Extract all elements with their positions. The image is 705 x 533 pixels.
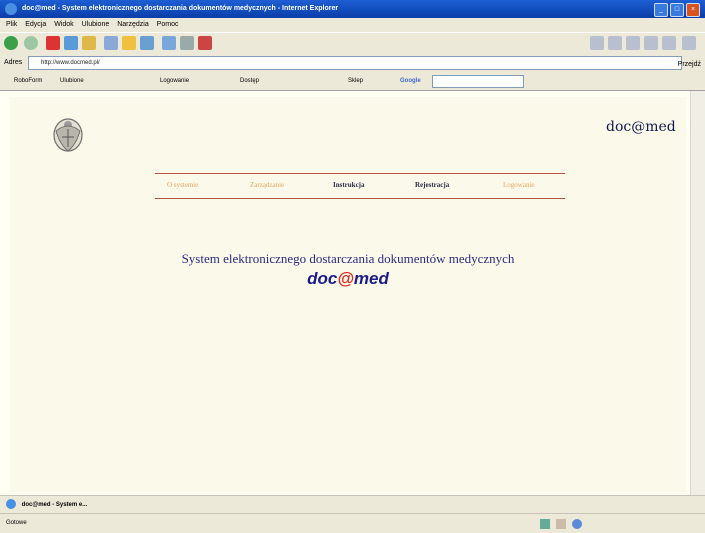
menu-item-tools[interactable]: Narzędzia — [117, 21, 149, 28]
menu-item-view[interactable]: Widok — [54, 21, 73, 28]
tool-icon[interactable] — [626, 36, 640, 50]
page-body: doc@med O systemie Zarządzanie Instrukcj… — [10, 97, 686, 492]
tool-icon[interactable] — [590, 36, 604, 50]
menu-item-favorites[interactable]: Ulubione — [82, 21, 110, 28]
favorites-icon[interactable] — [122, 36, 136, 50]
address-input[interactable]: http://www.docmed.pl/ — [28, 56, 682, 70]
refresh-icon[interactable] — [64, 36, 78, 50]
status-text: Gotowe — [6, 520, 27, 526]
brand-name: doc@med — [10, 269, 686, 289]
ie-task-icon — [6, 499, 16, 510]
link-access[interactable]: Dostęp — [240, 72, 259, 90]
link-shop[interactable]: Sklep — [348, 72, 363, 90]
brand-pre: doc — [307, 269, 338, 288]
menu-item-edit[interactable]: Edycja — [25, 21, 46, 28]
logo: doc@med — [606, 119, 676, 135]
nav-zarzadzanie[interactable]: Zarządzanie — [250, 181, 284, 189]
minimize-button[interactable]: _ — [654, 3, 668, 17]
home-icon[interactable] — [82, 36, 96, 50]
nav-logowanie[interactable]: Logowanie — [503, 181, 535, 189]
tool-icon[interactable] — [608, 36, 622, 50]
stop-icon[interactable] — [46, 36, 60, 50]
menu-item-file[interactable]: Plik — [6, 21, 17, 28]
nav-o-systemie[interactable]: O systemie — [167, 181, 198, 189]
edit-icon[interactable] — [198, 36, 212, 50]
vertical-scrollbar[interactable] — [690, 91, 705, 495]
google-search-input[interactable] — [432, 75, 524, 88]
back-icon[interactable] — [4, 36, 18, 50]
tool-icon[interactable] — [682, 36, 696, 50]
taskbar-item[interactable]: doc@med - System e... — [22, 502, 88, 508]
main-nav: O systemie Zarządzanie Instrukcja Rejest… — [155, 173, 565, 199]
history-icon[interactable] — [140, 36, 154, 50]
zone-icon — [540, 519, 550, 529]
mail-icon[interactable] — [162, 36, 176, 50]
links-bar: RoboForm Ulubione Logowanie Dostęp Sklep… — [0, 72, 705, 91]
title-bar: doc@med - System elektronicznego dostarc… — [0, 0, 705, 18]
url-text: http://www.docmed.pl/ — [41, 60, 100, 66]
nav-rejestracja[interactable]: Rejestracja — [415, 181, 449, 189]
maximize-button[interactable]: □ — [670, 3, 684, 17]
ie-icon — [5, 3, 17, 15]
menu-item-help[interactable]: Pomoc — [157, 21, 179, 28]
address-bar: Adres http://www.docmed.pl/ Przejdź — [0, 54, 705, 72]
close-button[interactable]: × — [686, 3, 700, 17]
print-icon[interactable] — [180, 36, 194, 50]
logo-text: doc@med — [606, 119, 676, 135]
internet-icon — [572, 519, 582, 529]
link-roboform[interactable]: RoboForm — [14, 72, 42, 90]
crest-icon — [53, 118, 83, 152]
status-bar: Gotowe — [0, 513, 705, 533]
page-viewport: doc@med O systemie Zarządzanie Instrukcj… — [0, 91, 691, 495]
link-google[interactable]: Google — [400, 72, 421, 90]
brand-at: @ — [337, 269, 354, 288]
search-icon[interactable] — [104, 36, 118, 50]
system-description: System elektronicznego dostarczania doku… — [181, 251, 515, 266]
taskbar: doc@med - System e... — [0, 495, 705, 514]
forward-icon[interactable] — [24, 36, 38, 50]
lock-icon — [556, 519, 566, 529]
link-favorites[interactable]: Ulubione — [60, 72, 84, 90]
tool-icon[interactable] — [662, 36, 676, 50]
address-label: Adres — [4, 59, 23, 66]
toolbar — [0, 32, 705, 56]
brand-post: med — [353, 269, 389, 288]
nav-instrukcja[interactable]: Instrukcja — [333, 181, 365, 189]
tool-icon[interactable] — [644, 36, 658, 50]
menu-bar: Plik Edycja Widok Ulubione Narzędzia Pom… — [0, 18, 705, 32]
link-login[interactable]: Logowanie — [160, 72, 189, 90]
browser-window: doc@med - System elektronicznego dostarc… — [0, 0, 705, 533]
window-title: doc@med - System elektronicznego dostarc… — [22, 5, 339, 12]
